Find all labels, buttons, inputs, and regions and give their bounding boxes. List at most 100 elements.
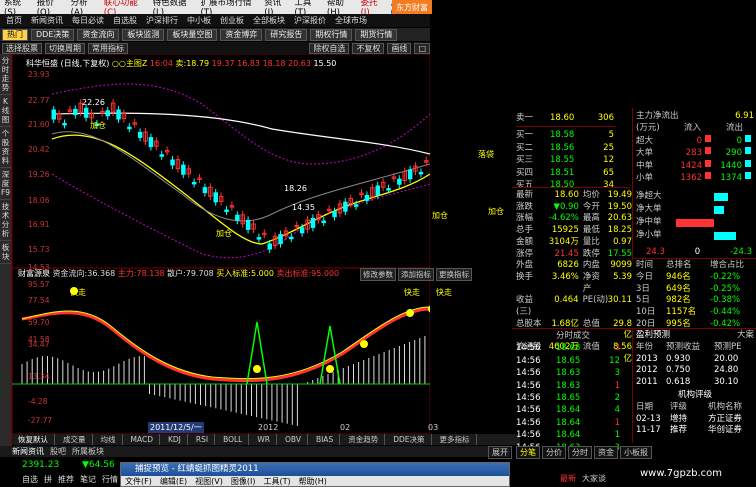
status-icon[interactable]: 自选 [22, 474, 38, 485]
select-stock-button[interactable]: 选择股票 [2, 42, 42, 54]
forecast-header: 预测PE [714, 341, 742, 352]
switch-period-button[interactable]: 切换周期 [45, 42, 85, 54]
indicator-tab[interactable]: BIAS [310, 434, 341, 445]
tick-row: 14:56 18.64 1 [516, 429, 630, 441]
sidebar-item[interactable]: 技术分析 [0, 200, 11, 241]
sidebar-item[interactable]: 板块 [0, 241, 11, 264]
nav-item[interactable]: 每日必读 [70, 15, 106, 26]
y-axis-label-bottom: 13.34 [28, 372, 50, 381]
nav-item[interactable]: 全部板块 [251, 15, 287, 26]
rank-pct: -0.38% [710, 295, 741, 306]
tick-row: 14:56 18.64 1 [516, 417, 630, 429]
rating-header: 评级 [670, 401, 688, 412]
status-icon[interactable]: 行情 [102, 474, 118, 485]
rank-pct: -0.42% [710, 318, 741, 329]
ticks-title: 分时成交 [555, 331, 590, 341]
indicator-tab[interactable]: 恢复默认 [12, 434, 55, 445]
rating-grade: 推荐 [670, 425, 688, 436]
change-indicator-button[interactable]: 更换指标 [436, 268, 472, 281]
indicator-tab[interactable]: MACD [125, 434, 160, 445]
right-tab[interactable]: 小板报 [620, 446, 652, 459]
candle [375, 185, 380, 196]
news-tab[interactable]: 股吧 [50, 446, 66, 457]
popup-menu-item[interactable]: 工具(T) [263, 476, 290, 487]
status-icon[interactable]: 拼 [44, 474, 52, 485]
nav-item[interactable]: 沪深报价 [292, 15, 328, 26]
nav-item[interactable]: 全球市场 [333, 15, 369, 26]
footer-item[interactable]: 大家谈 [582, 473, 606, 484]
window-button[interactable]: □ [414, 42, 430, 54]
indicator-tab[interactable]: 均线 [95, 434, 123, 445]
quote-row: 涨停 21.45 跌停 17.55 [516, 249, 632, 261]
candle [353, 204, 359, 207]
common-indicator-button[interactable]: 常用指标 [88, 42, 128, 54]
noadjust-button[interactable]: 不复权 [352, 42, 385, 54]
kline-chart[interactable] [12, 54, 430, 464]
sidebar-item[interactable]: 深度F9 [0, 168, 11, 200]
tab-item[interactable]: 期权行情 [310, 28, 353, 41]
popup-menu-item[interactable]: 视图(V) [195, 476, 223, 487]
right-tab[interactable]: 资金 [594, 446, 618, 459]
popup-menu-item[interactable]: 文件(F) [125, 476, 152, 487]
indicator-tab[interactable]: 成交量 [57, 434, 93, 445]
tab-item[interactable]: 研究报告 [265, 28, 308, 41]
candle [267, 243, 272, 250]
nav-item[interactable]: 首页 [4, 15, 24, 26]
flow-label: 超大 [636, 135, 654, 146]
indicator-tab[interactable]: DDE决策 [387, 434, 432, 445]
tick-time: 14:56 [516, 393, 541, 404]
add-indicator-button[interactable]: 添加指标 [398, 268, 434, 281]
nav-item[interactable]: 沪深排行 [144, 15, 180, 26]
flow-unit: (万元) [636, 123, 660, 134]
forecast-tab[interactable]: 大案 [737, 330, 754, 342]
label: 卖一 [516, 113, 534, 123]
right-tab[interactable]: 分价 [542, 446, 566, 459]
tab-item[interactable]: 热门 [2, 28, 28, 41]
sidebar-item[interactable]: 分时走势 [0, 54, 11, 95]
nav-item[interactable]: 创业板 [218, 15, 246, 26]
status-icon[interactable]: 笔记 [80, 474, 96, 485]
volume: 12 [603, 155, 614, 166]
quote-row: 最新 18.60 均价 19.49 [516, 190, 632, 202]
tab-item[interactable]: 资金博弈 [220, 28, 263, 41]
indicator-tab[interactable]: 更多指标 [434, 434, 477, 445]
nav-item[interactable]: 新闻资讯 [29, 15, 65, 26]
news-tab[interactable]: 新闻资讯 [12, 446, 44, 457]
tab-item[interactable]: 板块量空图 [167, 28, 218, 41]
indicator-tab[interactable]: KDJ [162, 434, 188, 445]
tab-item[interactable]: 板块监测 [122, 28, 165, 41]
expand-button[interactable]: 展开 [488, 446, 512, 459]
modify-param-button[interactable]: 修改参数 [360, 268, 396, 281]
quote-value-2: 19.49 [607, 190, 632, 200]
netflow-label: 净中单 [636, 217, 662, 227]
footer-item[interactable]: 最新 [560, 473, 576, 484]
status-icon[interactable]: 推荐 [58, 474, 74, 485]
capture-popup-window[interactable]: 捕捉预览 - 红蜻蜓抓图精灵2011 文件(F) 编辑(E) 视图(V) 图像(I) 工… [120, 462, 510, 487]
indicator-tab[interactable]: 资金趋势 [342, 434, 386, 445]
indicator-tab[interactable]: BOLL [217, 434, 250, 445]
quote-value: 21.45 [554, 248, 579, 259]
popup-menu-item[interactable]: 帮助(H) [299, 476, 327, 487]
quote-row: 总手 15925 最低 18.25 [516, 225, 632, 237]
tab-item[interactable]: DDE决策 [31, 28, 75, 41]
popup-menu-item[interactable]: 图像(I) [231, 476, 256, 487]
sidebar-item[interactable]: 个股资料 [0, 127, 11, 168]
exright-button[interactable]: 除权自选 [309, 42, 350, 54]
status-icons: 自选拼推荐 笔记 行情 [22, 474, 118, 485]
indicator-tab[interactable]: RSI [190, 434, 216, 445]
right-tab[interactable]: 分笔 [516, 446, 540, 459]
right-tab[interactable]: 分时 [568, 446, 592, 459]
news-tab[interactable]: 所属板块 [72, 446, 104, 457]
quote-label-2: 最低 [582, 225, 600, 236]
popup-menu-item[interactable]: 编辑(E) [160, 476, 187, 487]
tab-item[interactable]: 期货行情 [355, 28, 398, 41]
draw-button[interactable]: 画线 [387, 42, 412, 54]
tab-item[interactable]: 资金流向 [77, 28, 120, 41]
popup-menu: 文件(F) 编辑(E) 视图(V) 图像(I) 工具(T) 帮助(H) [121, 476, 509, 487]
indicator-tab[interactable]: OBV [279, 434, 308, 445]
nav-item[interactable]: 自选股 [111, 15, 139, 26]
price: 18.58 [550, 130, 575, 141]
sidebar-item[interactable]: K线图 [0, 95, 11, 127]
indicator-tab[interactable]: WR [251, 434, 277, 445]
nav-item[interactable]: 中小板 [185, 15, 213, 26]
